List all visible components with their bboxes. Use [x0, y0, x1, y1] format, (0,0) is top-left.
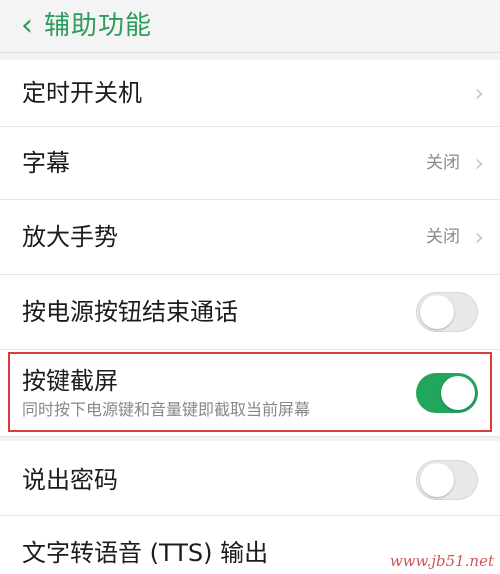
- back-button[interactable]: ‹: [16, 11, 38, 41]
- row-label: 放大手势: [22, 223, 118, 251]
- status-text: 关闭: [426, 153, 460, 173]
- settings-row-scheduled-power[interactable]: 定时开关机 ›: [0, 60, 500, 127]
- top-bar: ‹ 辅助功能: [0, 0, 500, 53]
- chevron-right-icon: ›: [474, 149, 484, 177]
- settings-row-captions[interactable]: 字幕 关闭 ›: [0, 127, 500, 200]
- chevron-right-icon: ›: [474, 79, 484, 107]
- row-label: 说出密码: [22, 466, 118, 494]
- row-label: 字幕: [22, 149, 70, 177]
- chevron-right-icon: ›: [474, 223, 484, 251]
- chevron-left-icon: ‹: [21, 8, 33, 43]
- toggle-knob: [420, 295, 454, 329]
- highlight-box: [8, 352, 492, 432]
- row-label: 文字转语音 (TTS) 输出: [22, 539, 269, 567]
- power-ends-call-toggle[interactable]: [416, 292, 478, 332]
- row-label: 按电源按钮结束通话: [22, 298, 238, 326]
- watermark: www.jb51.net: [389, 552, 494, 570]
- page-title: 辅助功能: [44, 11, 153, 41]
- speak-passwords-toggle[interactable]: [416, 460, 478, 500]
- settings-row-speak-passwords: 说出密码: [0, 441, 500, 516]
- toggle-knob: [420, 463, 454, 497]
- row-label: 定时开关机: [22, 79, 142, 107]
- settings-row-magnification-gesture[interactable]: 放大手势 关闭 ›: [0, 200, 500, 275]
- status-text: 关闭: [426, 227, 460, 247]
- settings-row-power-ends-call: 按电源按钮结束通话: [0, 275, 500, 350]
